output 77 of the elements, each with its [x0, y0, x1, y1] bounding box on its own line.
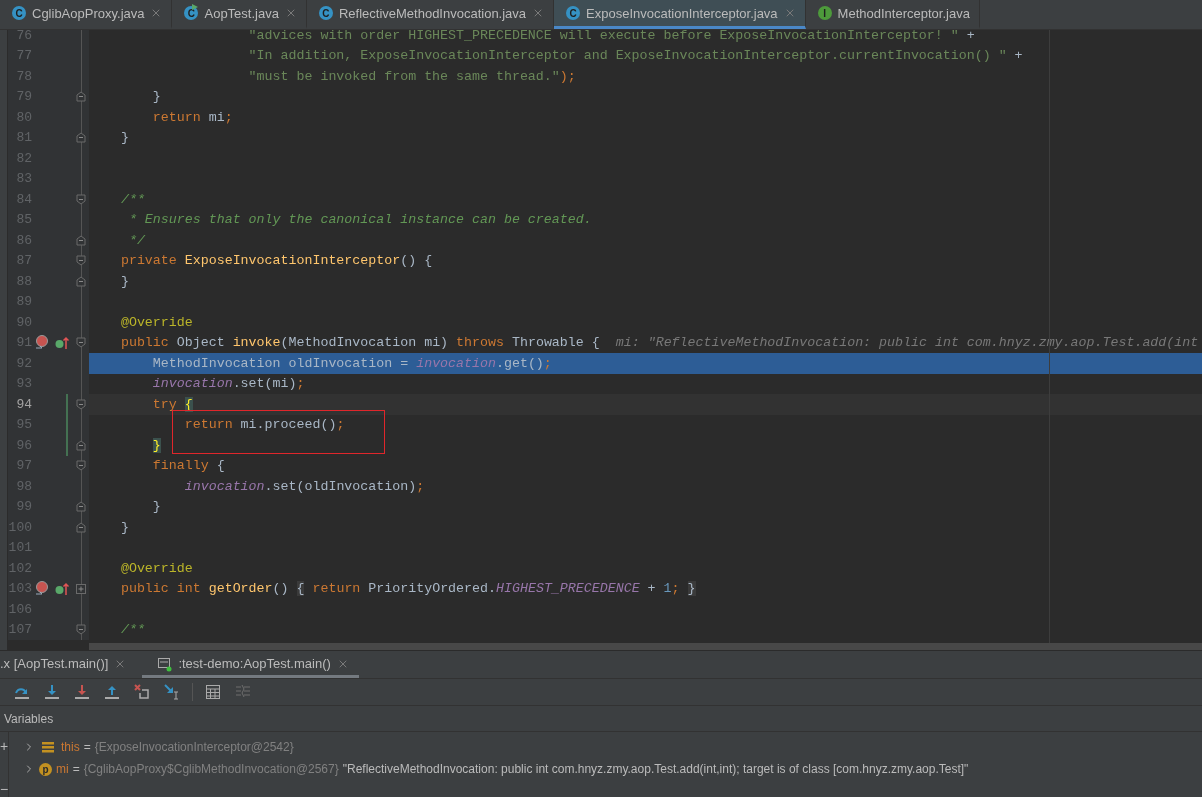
code-line: @Override	[119, 560, 193, 576]
expand-fold-icon[interactable]	[75, 583, 86, 594]
fold-start-icon[interactable]	[75, 193, 86, 205]
code-line: }	[151, 499, 161, 515]
override-icon[interactable]	[35, 581, 49, 597]
fold-start-icon[interactable]	[75, 460, 86, 472]
code-line: "advices with order HIGHEST_PRECEDENCE will execute before ExposeInvocationInterceptor! " +	[247, 30, 975, 43]
variable-value: {ExposeInvocationInterceptor@2542}	[94, 740, 294, 754]
code-line: @Override	[119, 314, 193, 330]
fold-end-icon[interactable]	[75, 275, 86, 287]
class-icon: C	[566, 6, 581, 20]
class-icon: C	[12, 6, 26, 20]
code-line: return mi;	[151, 109, 233, 125]
class-icon: C	[318, 6, 333, 20]
step-out-icon	[104, 684, 120, 700]
inline-value-hint: mi: "ReflectiveMethodInvocation: public int com.hnyz.zmy.aop.Test.add(int	[615, 335, 1199, 351]
code-line: "In addition, ExposeInvocationInterceptor and ExposeInvocationInterceptor.currentInvocation() " +	[247, 48, 1023, 64]
code-line: public Object invoke(MethodInvocation mi) throws Throwable {	[119, 335, 600, 351]
code-line: }	[119, 519, 129, 535]
code-line: invocation.set(oldInvocation);	[183, 478, 425, 494]
code-line: /**	[119, 191, 145, 207]
fold-end-icon[interactable]	[75, 91, 86, 103]
fold-end-icon[interactable]	[75, 521, 86, 533]
fold-end-icon[interactable]	[75, 439, 86, 451]
fields-icon	[41, 741, 55, 753]
variable-value: {CglibAopProxy$CglibMethodInvocation@2567}	[83, 762, 339, 776]
trace-icon	[235, 684, 251, 700]
code-line: }	[119, 130, 129, 146]
variables-title: Variables	[4, 711, 54, 726]
class-icon: I	[817, 6, 832, 20]
side-toolbar-button[interactable]: −	[0, 781, 8, 797]
parameter-badge: p	[39, 762, 52, 776]
variable-name: mi	[56, 762, 69, 776]
code-line: finally {	[151, 458, 225, 474]
debug-tab[interactable]: .x [AopTest.main()]	[0, 652, 137, 678]
step-into-icon	[44, 684, 60, 700]
code-line: /**	[119, 622, 145, 638]
variable-name: this	[61, 740, 80, 754]
class-icon: C	[184, 6, 199, 20]
implemented-icon[interactable]	[55, 335, 69, 350]
calculator-icon	[205, 684, 221, 700]
code-line: invocation.set(mi);	[151, 376, 305, 392]
file-tab[interactable]: C ExposeInvocationInterceptor.java	[554, 0, 806, 29]
run-badge-icon	[191, 3, 200, 11]
code-line: return mi.proceed();	[183, 417, 345, 433]
fold-end-icon[interactable]	[75, 132, 86, 144]
drop-frame-icon	[134, 684, 150, 700]
fold-start-icon[interactable]	[75, 337, 86, 349]
implemented-icon[interactable]	[55, 581, 69, 596]
force-step-into-icon	[74, 684, 90, 700]
side-toolbar-button[interactable]: +	[0, 738, 8, 754]
equals-sign: =	[72, 762, 80, 776]
fold-start-icon[interactable]	[75, 624, 86, 636]
code-line: * Ensures that only the canonical instance can be created.	[127, 212, 592, 228]
line-number: 94	[15, 396, 32, 412]
code-line: public int getOrder() { return PriorityOrdered.HIGHEST_PRECEDENCE + 1; }	[119, 581, 696, 597]
code-line: private ExposeInvocationInterceptor() {	[119, 253, 433, 269]
code-line: */	[127, 232, 145, 248]
code-line: MethodInvocation oldInvocation = invocation.get();	[151, 355, 552, 371]
run-to-cursor-icon	[164, 684, 180, 700]
fold-start-icon[interactable]	[75, 255, 86, 267]
fold-end-icon[interactable]	[75, 501, 86, 513]
debug-tab[interactable]: :test-demo:AopTest.main()	[142, 652, 359, 678]
debug-toolbar-button[interactable]	[132, 682, 152, 702]
horizontal-scrollbar[interactable]	[89, 643, 1202, 650]
equals-sign: =	[83, 740, 91, 754]
code-line: }	[119, 273, 129, 289]
variable-string: "ReflectiveMethodInvocation: public int com.hnyz.zmy.aop.Test.add(int,int); target is of class [com.hnyz.zmy.aop.Test]"	[342, 762, 969, 776]
code-line: }	[151, 89, 161, 105]
override-icon[interactable]	[35, 335, 49, 351]
fold-end-icon[interactable]	[75, 234, 86, 246]
debug-toolbar-button[interactable]	[203, 682, 223, 702]
debug-toolbar-button[interactable]	[72, 682, 92, 702]
code-line: "must be invoked from the same thread.");	[247, 68, 576, 84]
debug-toolbar-button[interactable]	[42, 682, 62, 702]
fold-start-icon[interactable]	[75, 398, 86, 410]
console-icon	[156, 655, 173, 672]
